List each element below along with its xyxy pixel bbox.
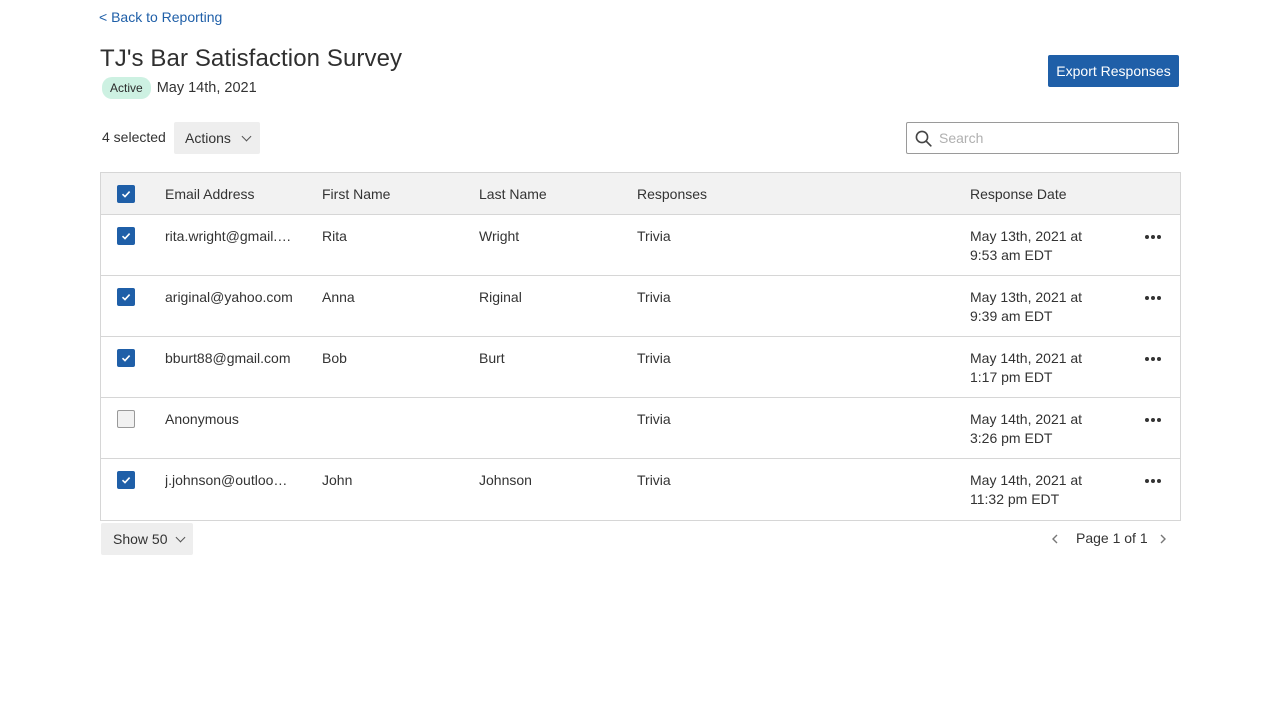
- cell-last-name: Burt: [479, 350, 505, 366]
- table-row: rita.wright@gmail.c... Rita Wright Trivia Ma…: [101, 215, 1180, 276]
- response-time-line: 1:17 pm EDT: [970, 369, 1053, 385]
- row-checkbox[interactable]: [117, 227, 135, 245]
- actions-label: Actions: [185, 130, 231, 146]
- cell-response-date: May 13th, 2021 at 9:53 am EDT: [970, 227, 1110, 265]
- cell-email: ariginal@yahoo.com: [165, 289, 293, 305]
- column-header-response-date[interactable]: Response Date: [970, 185, 1110, 204]
- chevron-down-icon: [175, 532, 186, 543]
- survey-date: May 14th, 2021: [156, 80, 257, 96]
- cell-email: bburt88@gmail.com: [165, 350, 291, 366]
- more-horizontal-icon[interactable]: [1145, 477, 1161, 485]
- cell-responses: Trivia: [637, 228, 671, 244]
- selected-count: 4 selected: [102, 129, 166, 145]
- check-icon: [121, 191, 131, 198]
- pagination: Page 1 of 1: [1048, 530, 1173, 548]
- cell-last-name: Johnson: [479, 472, 532, 488]
- cell-response-date: May 14th, 2021 at 3:26 pm EDT: [970, 410, 1110, 448]
- check-icon: [121, 477, 131, 484]
- cell-last-name: Riginal: [479, 289, 522, 305]
- cell-responses: Trivia: [637, 472, 671, 488]
- actions-dropdown[interactable]: Actions: [174, 122, 260, 154]
- page-title: TJ's Bar Satisfaction Survey: [100, 45, 403, 72]
- column-header-first-name[interactable]: First Name: [322, 185, 390, 204]
- search-box[interactable]: [906, 122, 1179, 154]
- response-time-line: 11:32 pm EDT: [970, 491, 1060, 507]
- response-time-line: 9:39 am EDT: [970, 308, 1053, 324]
- more-horizontal-icon[interactable]: [1145, 233, 1161, 241]
- check-icon: [121, 233, 131, 240]
- row-checkbox[interactable]: [117, 288, 135, 306]
- cell-first-name: Rita: [322, 228, 347, 244]
- status-badge: Active: [102, 77, 151, 99]
- response-date-line: May 14th, 2021 at: [970, 350, 1083, 366]
- search-input[interactable]: [939, 123, 1175, 153]
- table-header: Email Address First Name Last Name Respo…: [101, 173, 1180, 215]
- cell-email: rita.wright@gmail.c...: [165, 228, 293, 244]
- cell-email: j.johnson@outlook....: [165, 472, 293, 488]
- page-size-label: Show 50: [113, 531, 168, 547]
- cell-responses: Trivia: [637, 289, 671, 305]
- page-size-dropdown[interactable]: Show 50: [101, 523, 193, 555]
- back-to-reporting-link[interactable]: < Back to Reporting: [99, 9, 222, 25]
- row-checkbox[interactable]: [117, 410, 135, 428]
- response-time-line: 3:26 pm EDT: [970, 430, 1053, 446]
- cell-response-date: May 13th, 2021 at 9:39 am EDT: [970, 288, 1110, 326]
- cell-first-name: Anna: [322, 289, 355, 305]
- check-icon: [121, 294, 131, 301]
- more-horizontal-icon[interactable]: [1145, 294, 1161, 302]
- response-date-line: May 13th, 2021 at: [970, 228, 1083, 244]
- table-row: ariginal@yahoo.com Anna Riginal Trivia May 1…: [101, 276, 1180, 337]
- cell-response-date: May 14th, 2021 at 1:17 pm EDT: [970, 349, 1110, 387]
- response-date-line: May 14th, 2021 at: [970, 411, 1083, 427]
- check-icon: [121, 355, 131, 362]
- row-checkbox[interactable]: [117, 349, 135, 367]
- export-responses-button[interactable]: Export Responses: [1048, 55, 1179, 87]
- cell-email: Anonymous: [165, 411, 239, 427]
- cell-first-name: Bob: [322, 350, 347, 366]
- table-row: Anonymous Trivia May 14th, 2021 at 3:26 pm …: [101, 398, 1180, 459]
- cell-responses: Trivia: [637, 411, 671, 427]
- table-row: j.johnson@outlook.... John Johnson Trivia Ma…: [101, 459, 1180, 520]
- response-date-line: May 14th, 2021 at: [970, 472, 1083, 488]
- chevron-down-icon: [241, 131, 252, 142]
- responses-table: Email Address First Name Last Name Respo…: [100, 172, 1181, 521]
- search-icon: [915, 130, 932, 147]
- more-horizontal-icon[interactable]: [1145, 355, 1161, 363]
- chevron-right-icon[interactable]: [1156, 531, 1170, 547]
- cell-last-name: Wright: [479, 228, 520, 244]
- column-header-email[interactable]: Email Address: [165, 185, 293, 204]
- chevron-left-icon[interactable]: [1048, 531, 1062, 547]
- cell-response-date: May 14th, 2021 at 11:32 pm EDT: [970, 471, 1110, 509]
- table-row: bburt88@gmail.com Bob Burt Trivia May 14th, …: [101, 337, 1180, 398]
- page-indicator: Page 1 of 1: [1076, 530, 1148, 546]
- response-date-line: May 13th, 2021 at: [970, 289, 1083, 305]
- row-checkbox[interactable]: [117, 471, 135, 489]
- response-time-line: 9:53 am EDT: [970, 247, 1053, 263]
- select-all-checkbox[interactable]: [117, 185, 135, 203]
- column-header-last-name[interactable]: Last Name: [479, 185, 547, 204]
- cell-first-name: John: [322, 472, 353, 488]
- survey-meta: Active May 14th, 2021: [102, 77, 257, 99]
- more-horizontal-icon[interactable]: [1145, 416, 1161, 424]
- column-header-responses[interactable]: Responses: [637, 185, 707, 204]
- cell-responses: Trivia: [637, 350, 671, 366]
